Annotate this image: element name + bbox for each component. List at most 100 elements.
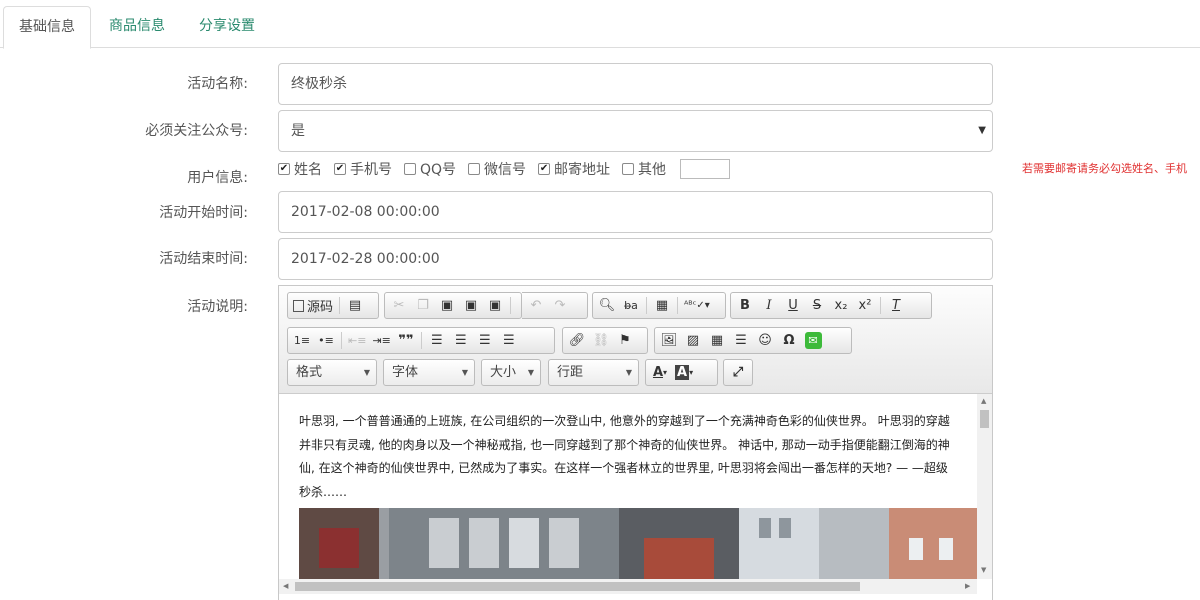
user-info-checkboxes: ✔ 姓名 ✔ 手机号 QQ号 微信号 ✔ 邮寄地址 其他 [278,158,731,180]
vertical-scroll-thumb[interactable] [980,410,989,428]
checkbox[interactable]: ✔ [278,163,290,175]
background-color-icon[interactable]: A ▾ [672,362,696,383]
align-justify-icon[interactable]: ☰ [497,330,521,351]
image-icon[interactable]: ▨ [681,330,705,351]
align-right-icon[interactable]: ☰ [473,330,497,351]
tab-product-info[interactable]: 商品信息 [96,6,178,48]
spellcheck-icon[interactable]: ᴬᴮᶜ✓▾ [681,295,713,316]
outdent-icon[interactable]: ⇤≡ [345,330,369,351]
toolbar-group-basicstyles: B I U S x₂ x² T [730,292,932,319]
editor-content[interactable]: 叶思羽, 一个普普通通的上班族, 在公司组织的一次登山中, 他意外的穿越到了一个… [279,394,977,579]
check-phone[interactable]: ✔ 手机号 [334,159,392,179]
strikethrough-icon[interactable]: S [805,295,829,316]
checkbox[interactable]: ✔ [334,163,346,175]
check-name-label: 姓名 [294,162,322,178]
anchor-flag-icon[interactable]: ⚑ [613,330,637,351]
cut-icon[interactable]: ✂ [387,295,411,316]
subscript-icon[interactable]: x₂ [829,295,853,316]
checkbox[interactable]: ✔ [538,163,551,175]
redo-icon[interactable]: ↷ [548,295,572,316]
separator [341,332,342,349]
format-select[interactable]: 格式 ▼ [287,359,377,386]
table-icon[interactable]: ▦ [705,330,729,351]
align-left-icon[interactable]: ☰ [425,330,449,351]
toolbar-group-colors: A ▾ A ▾ [645,359,718,386]
special-char-icon[interactable]: Ω [777,330,801,351]
check-address[interactable]: ✔ 邮寄地址 [538,159,610,179]
separator [339,297,341,314]
bulleted-list-icon[interactable]: •≡ [314,330,338,351]
check-wechat-label: 微信号 [484,162,527,178]
paste-word-icon[interactable]: ▣ [483,295,507,316]
horizontal-scroll-thumb[interactable] [295,582,860,591]
unlink-icon[interactable]: ⛓ [589,330,613,351]
checkbox[interactable] [468,163,481,175]
italic-icon[interactable]: I [757,295,781,316]
editor-paragraph: 叶思羽, 一个普普通通的上班族, 在公司组织的一次登山中, 他意外的穿越到了一个… [299,414,950,499]
check-other[interactable]: 其他 [622,159,666,179]
maximize-icon[interactable]: ⤢ [726,362,750,383]
font-select[interactable]: 字体 ▼ [383,359,475,386]
toolbar-group-find: 🔍︎ b̶a ▦ ᴬᴮᶜ✓▾ [592,292,726,319]
follow-account-label: 必须关注公众号: [145,123,248,139]
editor-toolbar: 源码 ▤ ✂ ❐ ▣ ▣ ▣ ↶ ↷ 🔍︎ b̶a ▦ ᴬᴮᶜ✓▾ B I U [279,286,992,394]
toolbar-group-paragraph: 1≡ •≡ ⇤≡ ⇥≡ ❞❞ ☰ ☰ ☰ ☰ [287,327,555,354]
indent-icon[interactable]: ⇥≡ [369,330,393,351]
check-qq-label: QQ号 [420,162,457,178]
tab-bar: 基础信息 商品信息 分享设置 [0,0,1200,49]
activity-name-label: 活动名称: [187,76,248,92]
text-color-icon[interactable]: A ▾ [648,362,672,383]
find-icon[interactable]: 🔍︎ [595,295,619,316]
end-time-input[interactable]: 2017-02-28 00:00:00 [278,238,993,280]
activity-name-input[interactable]: 终极秒杀 [278,63,993,105]
blockquote-icon[interactable]: ❞❞ [394,330,418,351]
vertical-scrollbar[interactable]: ▲ ▼ [977,394,992,579]
caret-down-icon: ▼ [625,368,632,377]
scroll-down-icon[interactable]: ▼ [981,566,986,574]
copy-icon[interactable]: ❐ [411,295,435,316]
numbered-list-icon[interactable]: 1≡ [290,330,314,351]
image-upload-icon[interactable]: 🖼︎ [657,330,681,351]
horizontal-scrollbar[interactable]: ◀ ▶ [279,579,977,594]
line-height-select[interactable]: 行距 ▼ [548,359,639,386]
undo-icon[interactable]: ↶ [524,295,548,316]
toolbar-group-tools: ⤢ [723,359,753,386]
scroll-up-icon[interactable]: ▲ [981,397,986,405]
wechat-icon[interactable]: ✉ [801,330,825,351]
rich-text-editor: 源码 ▤ ✂ ❐ ▣ ▣ ▣ ↶ ↷ 🔍︎ b̶a ▦ ᴬᴮᶜ✓▾ B I U [278,285,993,600]
bold-icon[interactable]: B [733,295,757,316]
scroll-left-icon[interactable]: ◀ [283,582,288,590]
mail-hint: 若需要邮寄请务必勾选姓名、手机 [1022,162,1187,175]
start-time-input[interactable]: 2017-02-08 00:00:00 [278,191,993,233]
tab-share-settings[interactable]: 分享设置 [184,6,270,48]
link-icon[interactable]: 🔗︎ [565,330,589,351]
check-wechat[interactable]: 微信号 [468,159,526,179]
start-time-label: 活动开始时间: [159,205,248,221]
horizontal-rule-icon[interactable]: ☰ [729,330,753,351]
preview-icon[interactable]: ▤ [343,295,367,316]
replace-icon[interactable]: b̶a [619,295,643,316]
paste-text-icon[interactable]: ▣ [459,295,483,316]
follow-account-select[interactable]: 是 ▼ [278,110,993,152]
paste-icon[interactable]: ▣ [435,295,459,316]
toolbar-group-links: 🔗︎ ⛓ ⚑ [562,327,648,354]
caret-down-icon: ▼ [978,125,986,136]
other-input[interactable] [680,159,731,179]
source-button[interactable]: 源码 [290,295,336,316]
separator [646,297,647,314]
check-qq[interactable]: QQ号 [404,159,456,179]
superscript-icon[interactable]: x² [853,295,877,316]
checkbox[interactable] [622,163,635,175]
check-name[interactable]: ✔ 姓名 [278,159,322,179]
toolbar-group-document: 源码 ▤ [287,292,379,319]
size-select[interactable]: 大小 ▼ [481,359,541,386]
align-center-icon[interactable]: ☰ [449,330,473,351]
select-all-icon[interactable]: ▦ [650,295,674,316]
underline-icon[interactable]: U [781,295,805,316]
font-select-label: 字体 [392,365,419,380]
tab-basic-info[interactable]: 基础信息 [3,6,91,49]
remove-format-icon[interactable]: T [884,295,908,316]
smiley-icon[interactable]: ☺ [753,330,777,351]
checkbox[interactable] [404,163,416,175]
scroll-right-icon[interactable]: ▶ [965,582,970,590]
